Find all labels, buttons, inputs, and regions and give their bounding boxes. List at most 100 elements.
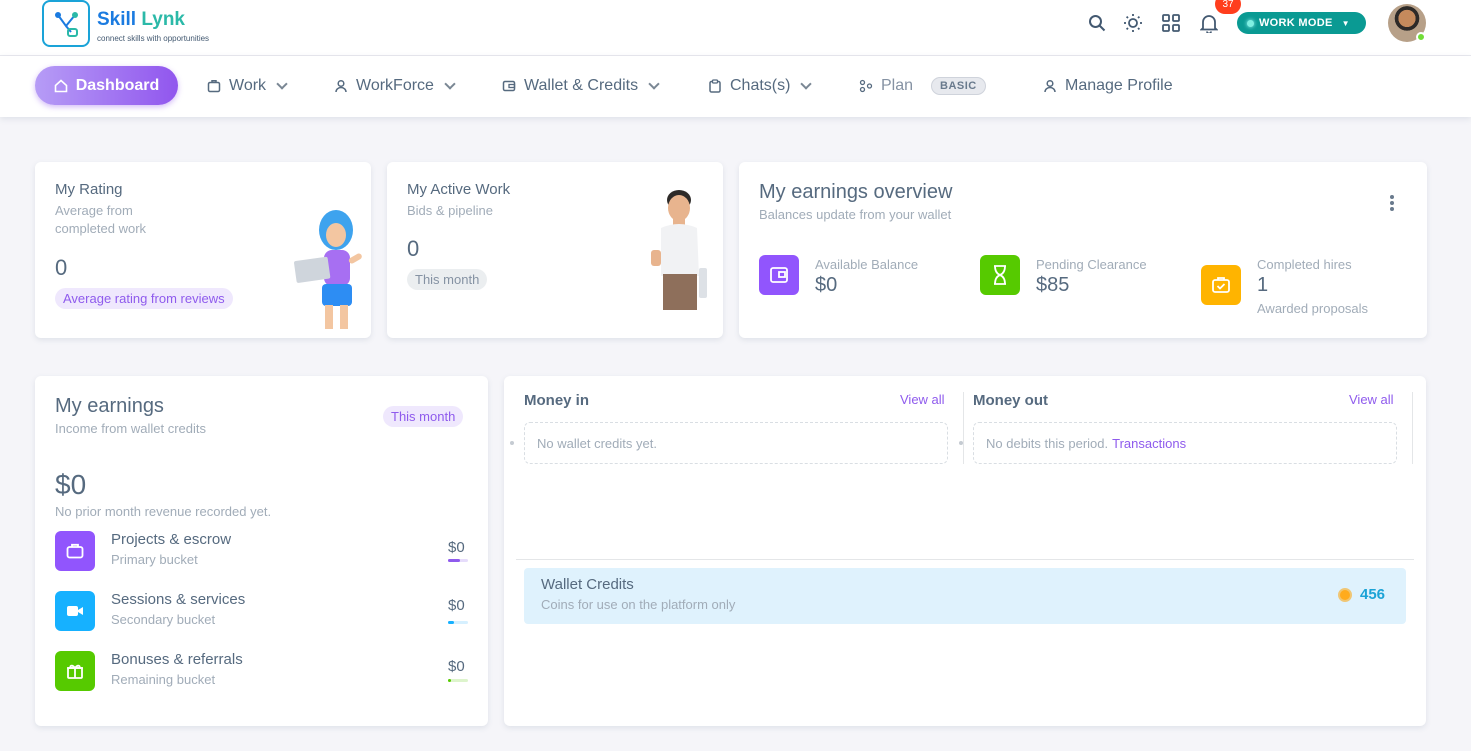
projects-briefcase-icon [55,531,95,571]
nav-dashboard[interactable]: Dashboard [35,66,178,105]
nav-work-label: Work [229,77,267,94]
earnings-total: $0 [55,469,87,500]
earnings-title: My earnings [55,395,164,417]
chevron-down-icon [800,78,813,90]
money-out-empty-state: No debits this period. Transactions [973,422,1397,464]
column-divider [1412,392,1413,464]
apps-grid-icon[interactable] [1160,12,1182,34]
pending-clearance-label: Pending Clearance [1036,257,1147,272]
brand-name: Skill Lynk [97,9,185,30]
money-out-empty-text: No debits this period. [986,435,1109,451]
video-camera-icon [55,591,95,631]
work-mode-label: WORK MODE [1259,17,1333,29]
plan-nodes-icon [859,79,873,93]
main-navigation: Dashboard Work WorkForce Wallet & Credit… [0,56,1471,117]
nav-plan[interactable]: Plan BASIC [859,66,986,106]
earnings-row-title: Projects & escrow [111,531,232,548]
user-avatar[interactable] [1388,4,1426,42]
earnings-row-subtitle: Primary bucket [111,552,198,567]
work-mode-toggle[interactable]: WORK MODE ▼ [1237,12,1366,34]
logo-icon [55,12,78,37]
earnings-row-title: Sessions & services [111,591,246,608]
nav-wallet-credits[interactable]: Wallet & Credits [502,66,660,106]
earnings-row-progress [448,679,468,682]
nav-chats-label: Chats(s) [730,77,791,94]
completed-hires-label: Completed hires [1257,257,1352,272]
nav-plan-label: Plan [881,77,914,94]
nav-manage-profile-label: Manage Profile [1065,77,1173,94]
logo[interactable] [42,0,90,47]
rating-value: 0 [55,255,68,280]
chevron-down-icon: ▼ [1341,18,1350,28]
rating-pill: Average rating from reviews [55,288,233,309]
progress-fill [448,621,454,624]
chevron-down-icon [276,78,288,90]
plan-badge: BASIC [931,77,986,95]
coin-icon [1338,588,1352,602]
active-work-pill: This month [407,269,488,290]
overview-subtitle: Balances update from your wallet [759,207,952,222]
chevron-down-icon [444,78,456,90]
nav-dashboard-label: Dashboard [75,76,160,94]
section-divider [516,559,1414,560]
card-subtitle: Bids & pipeline [407,203,493,218]
briefcase-icon [207,80,221,93]
earnings-row-subtitle: Secondary bucket [111,612,216,627]
earnings-overview-card: My earnings overview Balances update fro… [739,162,1427,338]
nav-manage-profile[interactable]: Manage Profile [1043,66,1173,106]
wallet-credits-title: Wallet Credits [541,576,634,593]
card-subtitle-line2: completed work [55,221,147,236]
gift-icon [55,651,95,691]
wallet-credits-strip: Wallet Credits Coins for use on the plat… [524,568,1406,624]
pending-clearance-value: $85 [1036,274,1070,296]
earnings-row-progress [448,621,468,624]
earnings-row-amount: $0 [448,597,465,614]
more-options-icon[interactable] [1389,194,1399,214]
nav-workforce-label: WorkForce [356,77,434,94]
money-out-view-all-link[interactable]: View all [1349,392,1394,407]
wallet-icon [502,80,516,92]
chevron-down-icon [648,78,660,90]
transactions-card: Money in View all No wallet credits yet.… [504,376,1426,726]
clipboard-icon [709,79,721,93]
card-subtitle-line1: Average from [55,203,133,218]
money-in-empty-text: No wallet credits yet. [537,435,657,451]
wallet-credits-subtitle: Coins for use on the platform only [541,597,736,612]
search-icon[interactable] [1086,12,1108,34]
money-in-empty-state: No wallet credits yet. [524,422,948,464]
available-balance-value: $0 [815,274,838,296]
earnings-subtitle: Income from wallet credits [55,421,206,436]
wallet-balance-icon [759,255,799,295]
nav-wallet-label: Wallet & Credits [524,77,639,94]
online-status-dot [1416,32,1426,42]
notification-bell-icon[interactable] [1198,12,1220,34]
my-earnings-card: My earnings Income from wallet credits T… [35,376,488,726]
money-in-title: Money in [524,392,590,409]
card-title: My Rating [55,181,123,198]
notification-count-badge: 37 [1215,0,1241,14]
user-icon [335,79,347,93]
hourglass-icon [980,255,1020,295]
illustration-man-standing [651,190,707,310]
nav-chats[interactable]: Chats(s) [708,66,813,106]
column-divider [963,392,964,464]
card-title: My Active Work [407,181,511,198]
completed-hires-value: 1 [1257,274,1269,296]
my-active-work-card: My Active Work Bids & pipeline 0 This mo… [387,162,723,338]
nav-work[interactable]: Work [207,66,288,106]
earnings-row-amount: $0 [448,658,465,675]
briefcase-check-icon [1201,265,1241,305]
active-work-value: 0 [407,236,420,261]
home-icon [54,78,68,92]
top-bar: Skill Lynk connect skills with opportuni… [0,0,1471,56]
earnings-row-title: Bonuses & referrals [111,651,243,668]
nav-workforce[interactable]: WorkForce [334,66,456,106]
theme-sun-icon[interactable] [1122,12,1144,34]
list-bullet [510,441,514,445]
progress-fill [448,559,460,562]
transactions-link[interactable]: Transactions [1112,436,1186,451]
illustration-woman-laptop [294,210,362,329]
list-bullet [959,441,963,445]
money-in-view-all-link[interactable]: View all [900,392,945,407]
money-out-title: Money out [973,392,1048,409]
